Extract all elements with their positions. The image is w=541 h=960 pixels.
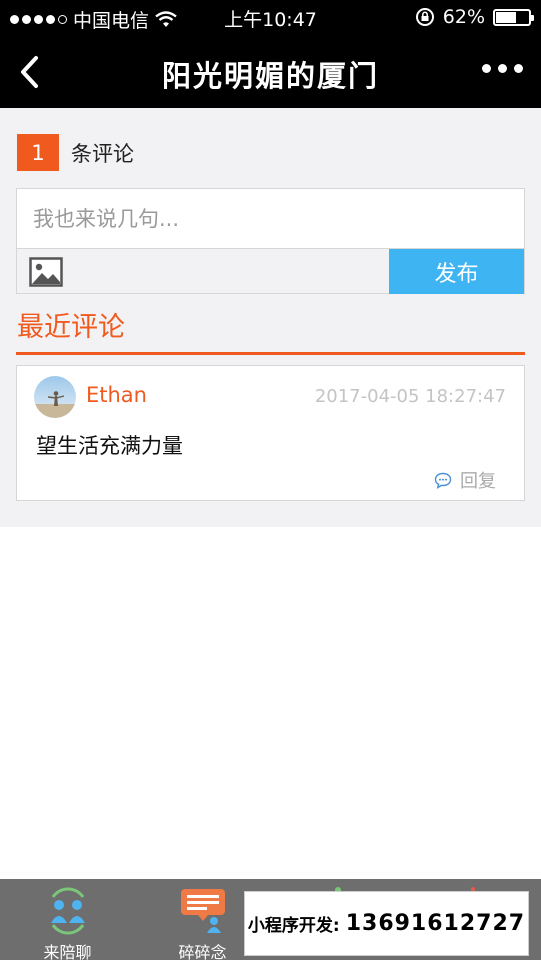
comment-card: Ethan 2017-04-05 18:27:47 望生活充满力量 回复 <box>16 365 525 501</box>
comment-composer: 发布 <box>16 188 525 294</box>
nav-bar: 阳光明媚的厦门 <box>0 36 541 108</box>
comment-timestamp: 2017-04-05 18:27:47 <box>314 386 506 407</box>
image-upload-icon[interactable] <box>29 257 63 287</box>
chat-bubble-icon <box>180 889 225 933</box>
rotation-lock-icon <box>415 8 434 26</box>
recent-divider <box>16 352 525 355</box>
tab-chat-companion[interactable]: 来陪聊 <box>0 879 135 960</box>
comment-count-badge: 1 <box>17 134 59 171</box>
battery-icon <box>493 8 534 26</box>
people-icon <box>50 887 85 935</box>
reply-button[interactable]: 回复 <box>434 467 496 493</box>
promo-banner: 小程序开发: 13691612727 <box>244 891 529 956</box>
promo-label: 小程序开发: <box>247 916 340 936</box>
tab-label: 来陪聊 <box>43 943 92 960</box>
status-right: 62% <box>415 6 534 28</box>
avatar[interactable] <box>34 376 76 418</box>
comment-username[interactable]: Ethan <box>86 383 147 407</box>
comment-text: 望生活充满力量 <box>36 434 183 458</box>
comment-input[interactable] <box>17 189 524 248</box>
comment-count-row: 1 条评论 <box>17 134 134 171</box>
page-title: 阳光明媚的厦门 <box>161 59 379 93</box>
reply-label: 回复 <box>460 471 496 492</box>
recent-comments-title: 最近评论 <box>17 312 125 343</box>
promo-phone-number: 13691612727 <box>345 911 526 936</box>
reply-bubble-icon <box>434 472 452 489</box>
publish-button[interactable]: 发布 <box>389 249 524 294</box>
composer-toolbar: 发布 <box>17 248 524 294</box>
comment-count-label: 条评论 <box>71 141 134 166</box>
battery-percent: 62% <box>442 6 485 28</box>
status-bar: 中国电信 上午10:47 62% <box>0 0 541 36</box>
comments-section: 1 条评论 发布 最近评论 <box>0 108 541 527</box>
more-options-icon[interactable] <box>482 64 523 73</box>
